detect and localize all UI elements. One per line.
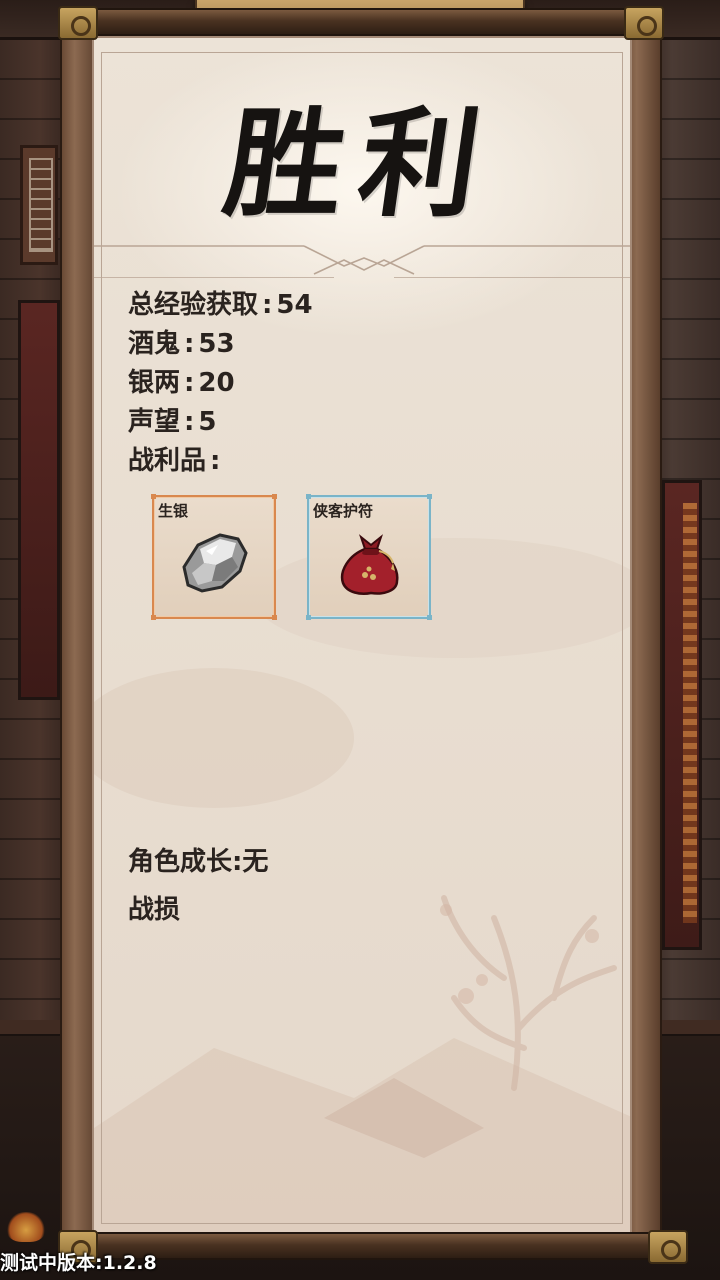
stat-label: 银两 (128, 368, 181, 398)
red-pouch-amulet-icon (340, 534, 399, 595)
right-door (662, 480, 702, 950)
ornamental-divider (94, 245, 630, 278)
loot-heading: 战利品: (128, 446, 221, 476)
silver-ore-icon (182, 533, 248, 593)
victory-scroll: 胜利 总经验获取:54 酒鬼:53 银两:20 声望:5 战利品: 生银 侠客护… (92, 36, 632, 1236)
victory-title: 胜利 (216, 93, 505, 233)
casualties-label: 战损 (128, 895, 181, 925)
scroll-cap-top-left (58, 6, 98, 40)
stat-value: 53 (198, 329, 235, 359)
lattice-window (20, 145, 58, 265)
stat-label: 声望 (128, 407, 181, 437)
battle-casualties: 战损 (128, 893, 268, 941)
growth-label: 角色成长 (128, 847, 233, 877)
loot-label: 战利品 (128, 446, 207, 476)
scroll-cap-bottom-right (648, 1230, 688, 1264)
scroll-cap-top-right (624, 6, 664, 40)
stat-reputation: 声望:5 (128, 407, 217, 437)
growth-value: 无 (242, 847, 269, 877)
loot-item-silver-ore[interactable]: 生银 (151, 494, 277, 620)
version-label: 测试中版本:1.2.8 (0, 1252, 157, 1274)
stat-total-exp: 总经验获取:54 (128, 290, 313, 320)
stat-label: 酒鬼 (128, 329, 181, 359)
stat-character-exp: 酒鬼:53 (128, 329, 235, 359)
loot-item-name: 侠客护符 (313, 502, 374, 520)
stat-silver: 银两:20 (128, 368, 235, 398)
reward-stats: 总经验获取:54 酒鬼:53 银两:20 声望:5 战利品: (128, 286, 313, 481)
stat-value: 20 (198, 368, 235, 398)
scroll-rod-top (62, 8, 660, 36)
character-growth: 角色成长:无 (128, 847, 269, 877)
result-summary: 角色成长:无 战损 (128, 845, 268, 941)
left-door (18, 300, 60, 700)
stat-value: 5 (198, 407, 217, 437)
loot-item-name: 生银 (158, 502, 189, 520)
stat-value: 54 (276, 290, 313, 320)
flame-icon (6, 1212, 46, 1242)
stat-label: 总经验获取 (128, 290, 259, 320)
loot-item-amulet[interactable]: 侠客护符 (306, 494, 432, 620)
